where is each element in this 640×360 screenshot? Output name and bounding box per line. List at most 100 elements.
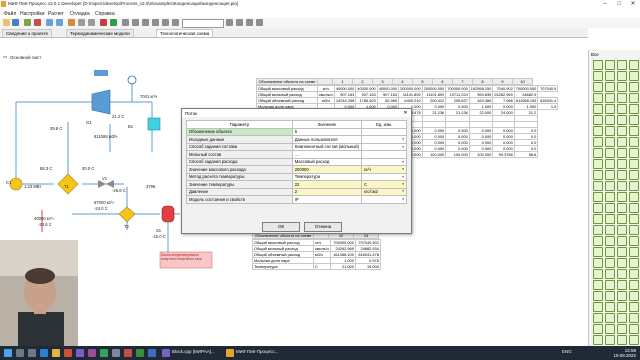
valve-shape[interactable] bbox=[106, 180, 114, 188]
menu-help[interactable]: Справка bbox=[95, 11, 115, 17]
palette-item-icon[interactable] bbox=[593, 71, 603, 81]
chevron-down-icon[interactable]: ▾ bbox=[402, 137, 404, 141]
palette-item-icon[interactable] bbox=[617, 291, 627, 301]
undo-icon[interactable] bbox=[46, 19, 53, 26]
zoom-out-icon[interactable] bbox=[132, 19, 139, 26]
table-cell[interactable]: 811068.100 bbox=[513, 97, 539, 104]
redo-icon[interactable] bbox=[56, 19, 63, 26]
parameter-unit[interactable]: ▾ bbox=[361, 142, 407, 151]
table-cell[interactable]: 10711.024 bbox=[445, 91, 470, 98]
table-cell[interactable]: 200000.000 bbox=[398, 85, 423, 92]
palette-item-icon[interactable] bbox=[605, 214, 615, 224]
menu-calc[interactable]: Расчет bbox=[48, 11, 64, 17]
app-icon-green[interactable] bbox=[100, 349, 108, 357]
palette-item-icon[interactable] bbox=[617, 192, 627, 202]
sheet-tab[interactable]: ▭ Основной лист bbox=[0, 54, 60, 62]
palette-item-icon[interactable] bbox=[617, 203, 627, 213]
palette-item-icon[interactable] bbox=[605, 71, 615, 81]
taskbar-app-mif[interactable]: МиФ ПиК-Процесс... bbox=[236, 349, 278, 354]
tab-project-info[interactable]: Сведения о проекте bbox=[2, 29, 53, 37]
table-cell[interactable]: 811068.100 bbox=[329, 251, 356, 258]
palette-item-icon[interactable] bbox=[605, 225, 615, 235]
palette-item-icon[interactable] bbox=[629, 335, 639, 345]
palette-item-icon[interactable] bbox=[617, 335, 627, 345]
palette-item-icon[interactable] bbox=[593, 324, 603, 334]
palette-item-icon[interactable] bbox=[617, 258, 627, 268]
parameter-value[interactable]: Компонентный состав (мольный) bbox=[291, 142, 363, 151]
exchanger-t2-shape[interactable] bbox=[118, 206, 136, 223]
palette-item-icon[interactable] bbox=[629, 137, 639, 147]
parameter-value[interactable]: 200000 bbox=[291, 165, 363, 174]
table-cell[interactable]: 707040.902 bbox=[354, 239, 381, 246]
palette-item-icon[interactable] bbox=[593, 82, 603, 92]
save-icon[interactable] bbox=[12, 19, 19, 26]
palette-item-icon[interactable] bbox=[629, 148, 639, 158]
table-cell[interactable]: 616041.478 bbox=[354, 251, 381, 258]
palette-item-icon[interactable] bbox=[617, 60, 627, 70]
start-icon[interactable] bbox=[4, 349, 12, 357]
palette-item-icon[interactable] bbox=[593, 280, 603, 290]
menu-file[interactable]: Файл bbox=[4, 11, 16, 17]
palette-item-icon[interactable] bbox=[605, 335, 615, 345]
add-icon[interactable] bbox=[24, 19, 31, 26]
palette-item-icon[interactable] bbox=[605, 313, 615, 323]
parameter-unit[interactable] bbox=[361, 150, 407, 159]
palette-item-icon[interactable] bbox=[593, 148, 603, 158]
palette-item-icon[interactable] bbox=[617, 170, 627, 180]
palette-item-icon[interactable] bbox=[617, 148, 627, 158]
palette-item-icon[interactable] bbox=[593, 258, 603, 268]
table-cell[interactable]: 21.000 bbox=[329, 263, 356, 270]
palette-item-icon[interactable] bbox=[605, 269, 615, 279]
palette-item-icon[interactable] bbox=[605, 192, 615, 202]
palette-item-icon[interactable] bbox=[617, 324, 627, 334]
palette-item-icon[interactable] bbox=[605, 115, 615, 125]
palette-item-icon[interactable] bbox=[593, 335, 603, 345]
chevron-down-icon[interactable]: ▾ bbox=[402, 167, 404, 171]
underline-icon[interactable] bbox=[246, 19, 253, 26]
palette-item-icon[interactable] bbox=[605, 324, 615, 334]
palette-item-icon[interactable] bbox=[617, 93, 627, 103]
palette-item-icon[interactable] bbox=[629, 170, 639, 180]
table-cell[interactable]: 700000.000 bbox=[513, 85, 539, 92]
palette-item-icon[interactable] bbox=[629, 93, 639, 103]
palette-item-icon[interactable] bbox=[593, 291, 603, 301]
close-button[interactable]: ✕ bbox=[626, 0, 640, 9]
palette-item-icon[interactable] bbox=[629, 291, 639, 301]
palette-item-icon[interactable] bbox=[593, 269, 603, 279]
calc-icon[interactable] bbox=[110, 19, 117, 26]
taskbar-app-icon[interactable] bbox=[226, 349, 234, 357]
tab-flowsheet[interactable]: Технологическая схема bbox=[156, 29, 214, 37]
palette-item-icon[interactable] bbox=[605, 291, 615, 301]
palette-item-icon[interactable] bbox=[617, 159, 627, 169]
table-cell[interactable]: 11101.892 bbox=[398, 91, 423, 98]
parameter-unit[interactable]: кг/ч ▾ bbox=[361, 165, 407, 174]
parameter-value[interactable]: 5 bbox=[291, 127, 363, 136]
vs-icon[interactable] bbox=[76, 349, 84, 357]
palette-item-icon[interactable] bbox=[593, 60, 603, 70]
palette-item-icon[interactable] bbox=[617, 82, 627, 92]
palette-item-icon[interactable] bbox=[617, 313, 627, 323]
palette-item-icon[interactable] bbox=[605, 137, 615, 147]
palette-item-icon[interactable] bbox=[617, 71, 627, 81]
palette-item-icon[interactable] bbox=[617, 137, 627, 147]
table-cell[interactable]: 616041.4 bbox=[537, 97, 559, 104]
bold-icon[interactable] bbox=[226, 19, 233, 26]
table-cell[interactable]: 99.3786 bbox=[492, 151, 515, 158]
compressor-shape[interactable] bbox=[91, 89, 111, 115]
palette-item-icon[interactable] bbox=[605, 82, 615, 92]
chevron-down-icon[interactable]: ▾ bbox=[402, 182, 404, 186]
palette-item-icon[interactable] bbox=[629, 258, 639, 268]
table-cell[interactable]: Температура bbox=[252, 263, 314, 270]
table-cell[interactable]: С bbox=[313, 263, 331, 270]
palette-item-icon[interactable] bbox=[605, 181, 615, 191]
palette-item-icon[interactable] bbox=[605, 93, 615, 103]
palette-item-icon[interactable] bbox=[617, 302, 627, 312]
palette-item-icon[interactable] bbox=[605, 170, 615, 180]
cyan-marker-shape[interactable] bbox=[147, 117, 161, 131]
palette-item-icon[interactable] bbox=[593, 137, 603, 147]
palette-item-icon[interactable] bbox=[605, 104, 615, 114]
palette-item-icon[interactable] bbox=[593, 104, 603, 114]
palette-item-icon[interactable] bbox=[605, 126, 615, 136]
parameter-value[interactable]: 22 bbox=[291, 180, 363, 189]
palette-item-icon[interactable] bbox=[605, 203, 615, 213]
